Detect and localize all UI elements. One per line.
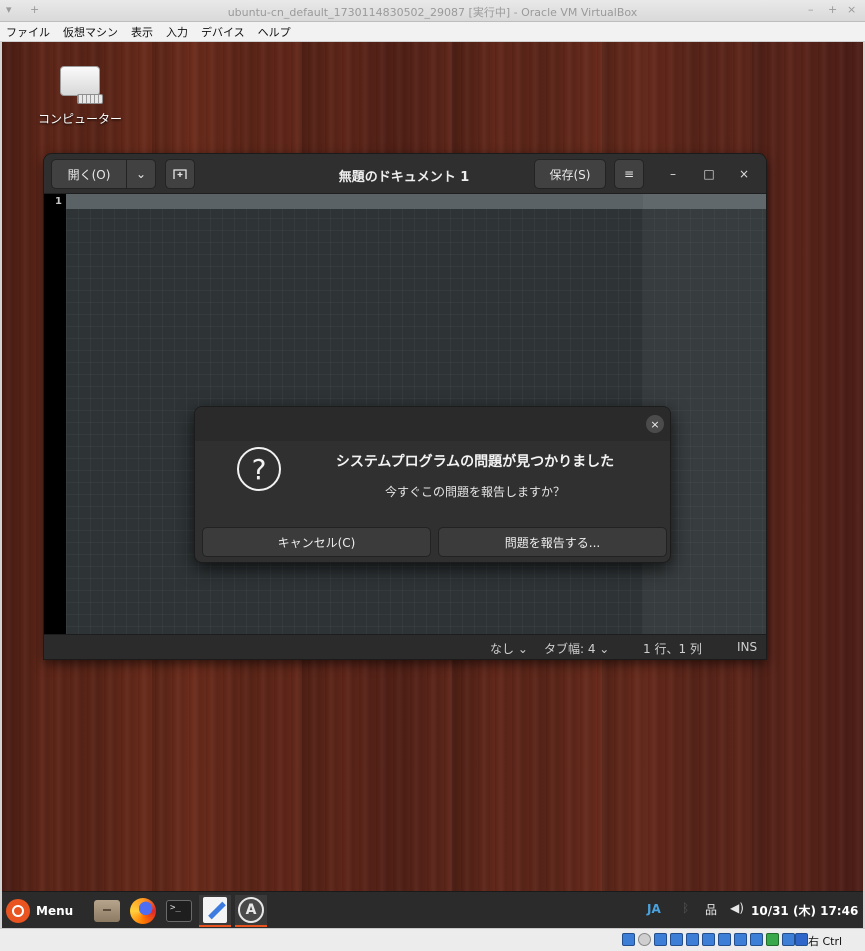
save-button[interactable]: 保存(S) <box>534 159 606 189</box>
cancel-button[interactable]: キャンセル(C) <box>202 527 431 557</box>
computer-icon <box>60 66 103 104</box>
keyboard-capture-icon[interactable] <box>782 933 795 946</box>
host-key-label: 右 Ctrl <box>808 935 843 948</box>
video-capture-icon[interactable] <box>734 933 747 946</box>
hamburger-menu-button[interactable]: ≡ <box>614 159 644 189</box>
document-title: 無題のドキュメント 1 <box>338 170 470 185</box>
mouse-integration-icon[interactable] <box>766 933 779 946</box>
text-editor-icon <box>203 897 227 923</box>
editor-header-bar: 開く(O) ⌄ 無題のドキュメント 1 保存(S) ≡ – □ × <box>44 154 766 194</box>
maximize-icon: □ <box>703 167 715 181</box>
problem-report-dialog: × ? システムプログラムの問題が見つかりました 今すぐこの問題を報告しますか？… <box>194 406 671 563</box>
close-icon: × <box>738 167 750 181</box>
input-method-indicator[interactable]: JA <box>647 902 661 916</box>
line-number: 1 <box>55 196 62 207</box>
chevron-down-icon: ⌄ <box>135 167 147 181</box>
desktop-icon-computer[interactable]: コンピューター <box>30 66 130 127</box>
menu-file[interactable]: ファイル <box>6 24 50 40</box>
new-tab-icon <box>173 169 187 179</box>
taskbar-text-editor[interactable] <box>199 895 231 927</box>
firefox-icon <box>130 898 156 924</box>
bluetooth-icon[interactable]: ᛒ <box>682 901 689 915</box>
network-icon[interactable]: 品 <box>705 901 717 918</box>
close-button[interactable]: × <box>733 163 755 185</box>
editor-status-bar: なし ⌄ タブ幅: 4 ⌄ 1 行、1 列 INS <box>44 634 766 659</box>
taskbar-terminal[interactable]: >_ <box>163 895 195 927</box>
menu-input[interactable]: 入力 <box>166 24 188 40</box>
taskbar-firefox[interactable] <box>127 895 159 927</box>
keyboard-icon <box>77 94 103 104</box>
menu-machine[interactable]: 仮想マシン <box>63 24 118 40</box>
host-title-bar: ▾ + ubuntu-cn_default_1730114830502_2908… <box>0 0 865 22</box>
open-button[interactable]: 開く(O) <box>51 159 127 189</box>
desktop-icon-label: コンピューター <box>37 112 122 126</box>
virtualization-icon[interactable] <box>750 933 763 946</box>
dialog-heading: システムプログラムの問題が見つかりました <box>335 454 615 470</box>
audio-icon[interactable] <box>654 933 667 946</box>
language-selector[interactable]: なし ⌄ <box>490 640 528 657</box>
maximize-button[interactable]: □ <box>698 163 720 185</box>
host-maximize-icon[interactable]: + <box>828 3 837 16</box>
start-menu-button[interactable]: Menu <box>6 898 73 924</box>
usb-icon[interactable] <box>686 933 699 946</box>
minimize-icon: – <box>670 167 676 181</box>
close-icon: × <box>650 417 660 431</box>
dialog-header: × <box>195 407 670 441</box>
menu-devices[interactable]: デバイス <box>201 24 245 40</box>
host-close-icon[interactable]: × <box>847 3 856 16</box>
ubuntu-logo-icon <box>6 899 30 923</box>
hard-disk-icon[interactable] <box>622 933 635 946</box>
volume-icon[interactable]: ◀) <box>730 901 744 915</box>
line-number-gutter: 1 <box>44 194 66 634</box>
host-window-title: ubuntu-cn_default_1730114830502_29087 [実… <box>227 6 638 19</box>
terminal-icon: >_ <box>166 900 192 922</box>
cursor-position[interactable]: 1 行、1 列 <box>643 640 702 657</box>
taskbar-files[interactable] <box>91 895 123 927</box>
menu-view[interactable]: 表示 <box>131 24 153 40</box>
tab-width-selector[interactable]: タブ幅: 4 ⌄ <box>544 640 609 657</box>
host-minimize-icon[interactable]: – <box>808 3 814 16</box>
shared-folders-icon[interactable] <box>702 933 715 946</box>
guest-taskbar: Menu >_ A JA ᛒ 品 ◀) 10/31 (木) 17:46 <box>2 891 863 928</box>
hostkey-arrow-icon <box>795 933 808 946</box>
files-icon <box>94 900 120 922</box>
display-icon[interactable] <box>718 933 731 946</box>
taskbar-problem-reporter[interactable]: A <box>235 895 267 927</box>
host-status-bar: 右 Ctrl <box>0 928 865 951</box>
start-menu-label: Menu <box>36 904 74 918</box>
dialog-message: 今すぐこの問題を報告しますか？ <box>384 485 565 499</box>
question-icon: ? <box>237 447 281 491</box>
new-tab-button[interactable] <box>165 159 195 189</box>
report-problem-button[interactable]: 問題を報告する... <box>438 527 667 557</box>
optical-drive-icon[interactable] <box>638 933 651 946</box>
network-adapter-icon[interactable] <box>670 933 683 946</box>
menu-help[interactable]: ヘルプ <box>258 24 291 40</box>
clock[interactable]: 10/31 (木) 17:46 <box>751 902 858 919</box>
minimize-button[interactable]: – <box>662 163 684 185</box>
dialog-close-button[interactable]: × <box>646 415 664 433</box>
guest-desktop: コンピューター 開く(O) ⌄ 無題のドキュメント 1 保存(S) ≡ – □ … <box>2 42 863 891</box>
problem-reporter-icon: A <box>238 897 264 923</box>
insert-mode: INS <box>737 640 758 654</box>
open-dropdown-button[interactable]: ⌄ <box>126 159 156 189</box>
hamburger-icon: ≡ <box>623 167 635 181</box>
host-menu-bar: ファイル 仮想マシン 表示 入力 デバイス ヘルプ <box>0 22 865 42</box>
